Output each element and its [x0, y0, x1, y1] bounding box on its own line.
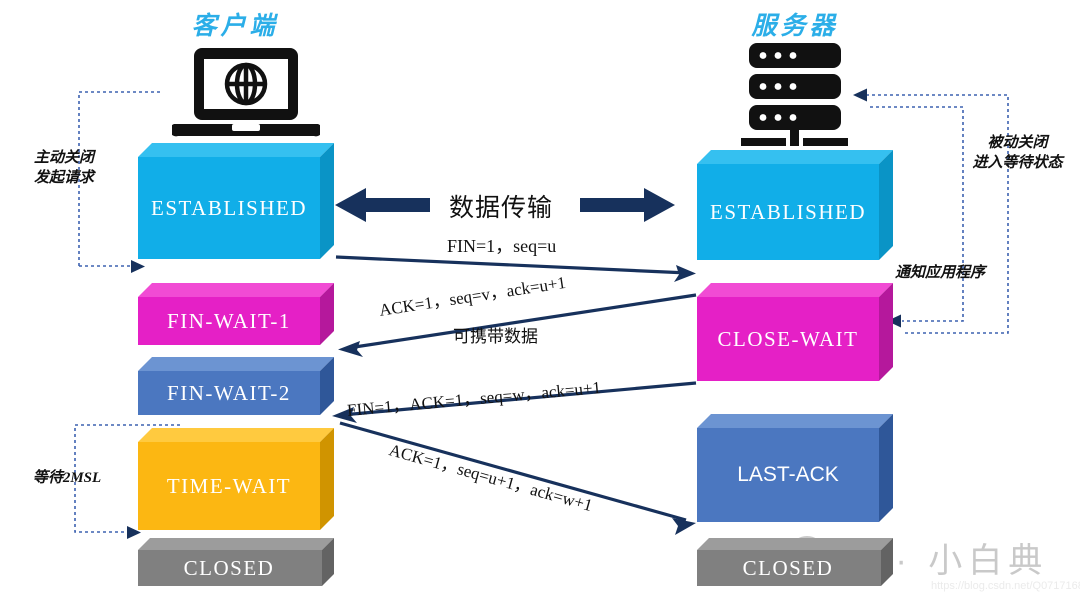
message-label-ack-1-extra: 可携带数据 — [453, 327, 538, 346]
message-label-fin-1: FIN=1，seq=u — [447, 236, 557, 256]
client-wait-2msl-annotation: 等待2MSL — [32, 470, 102, 486]
server-rack-icon — [741, 43, 848, 146]
server-state-last-ack-label: LAST-ACK — [737, 463, 839, 486]
server-passive-close-annotation: 被动关闭 进入等待状态 — [955, 133, 1080, 174]
tcp-four-way-handshake-diagram: 公众号 · 小白典 https://blog.csdn.net/Q0717168… — [0, 0, 1080, 600]
client-state-time-wait[interactable]: TIME-WAIT — [138, 428, 334, 530]
server-passive-close-line-1: 被动关闭 — [987, 135, 1048, 151]
server-state-closed[interactable]: CLOSED — [697, 538, 893, 586]
server-state-established[interactable]: ESTABLISHED — [697, 150, 893, 260]
client-state-fin-wait-2-label: FIN-WAIT-2 — [167, 380, 291, 405]
server-passive-close-line-2: 进入等待状态 — [972, 155, 1063, 172]
client-active-close-annotation: 主动关闭 发起请求 — [10, 148, 118, 189]
server-state-last-ack[interactable]: LAST-ACK — [697, 414, 893, 522]
client-state-fin-wait-1[interactable]: FIN-WAIT-1 — [138, 283, 334, 345]
client-state-established-label: ESTABLISHED — [151, 195, 307, 220]
client-state-fin-wait-1-label: FIN-WAIT-1 — [167, 308, 291, 333]
client-state-closed[interactable]: CLOSED — [138, 538, 334, 586]
client-active-close-line-1: 主动关闭 — [33, 150, 94, 166]
watermark-url: https://blog.csdn.net/Q0717168 — [931, 580, 1080, 592]
server-column-title: 服务器 — [751, 13, 839, 40]
server-state-close-wait-label: CLOSE-WAIT — [717, 326, 859, 351]
client-active-close-line-2: 发起请求 — [33, 170, 94, 187]
server-notify-app-annotation: 通知应用程序 — [895, 265, 986, 281]
server-state-closed-label: CLOSED — [742, 555, 834, 580]
client-column-title: 客户端 — [191, 13, 279, 40]
client-state-established[interactable]: ESTABLISHED — [138, 143, 334, 259]
data-transfer-label: 数据传输 — [449, 194, 554, 222]
client-state-fin-wait-2[interactable]: FIN-WAIT-2 — [138, 357, 334, 415]
client-state-closed-label: CLOSED — [183, 555, 275, 580]
server-state-close-wait[interactable]: CLOSE-WAIT — [697, 283, 893, 381]
server-state-established-label: ESTABLISHED — [710, 199, 866, 224]
client-state-time-wait-label: TIME-WAIT — [166, 473, 292, 498]
